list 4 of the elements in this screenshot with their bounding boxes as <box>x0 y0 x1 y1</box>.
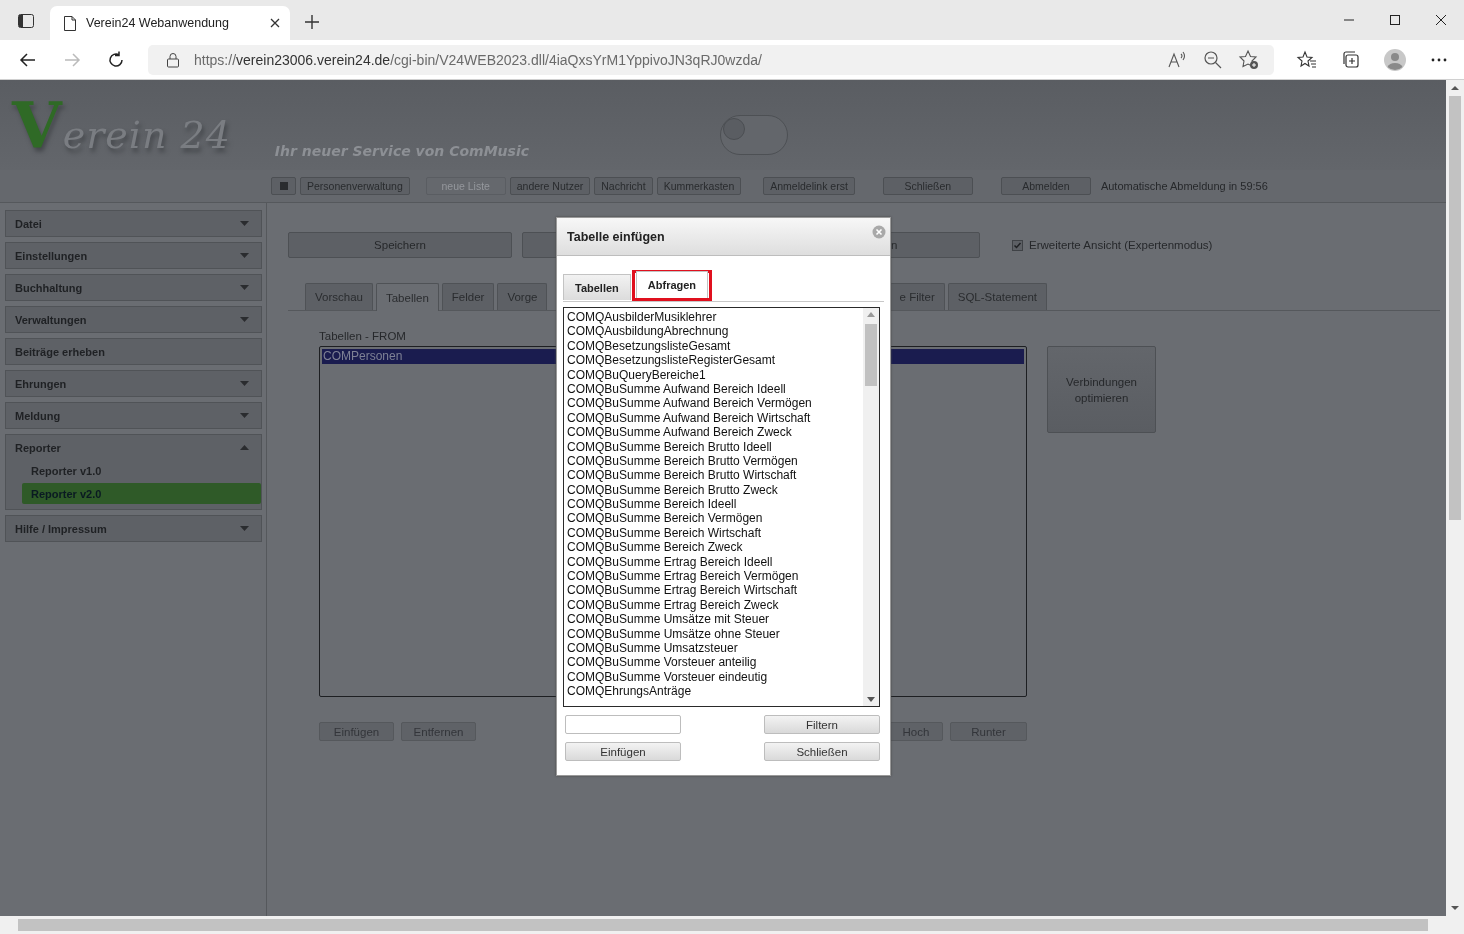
auto-logout-status: Automatische Abmeldung in 59:56 <box>1100 180 1268 192</box>
section-label: Tabellen - FROM <box>319 330 406 342</box>
dialog-title: Tabelle einfügen <box>567 229 665 244</box>
checkbox-label: Erweiterte Ansicht (Expertenmodus) <box>1029 239 1213 251</box>
